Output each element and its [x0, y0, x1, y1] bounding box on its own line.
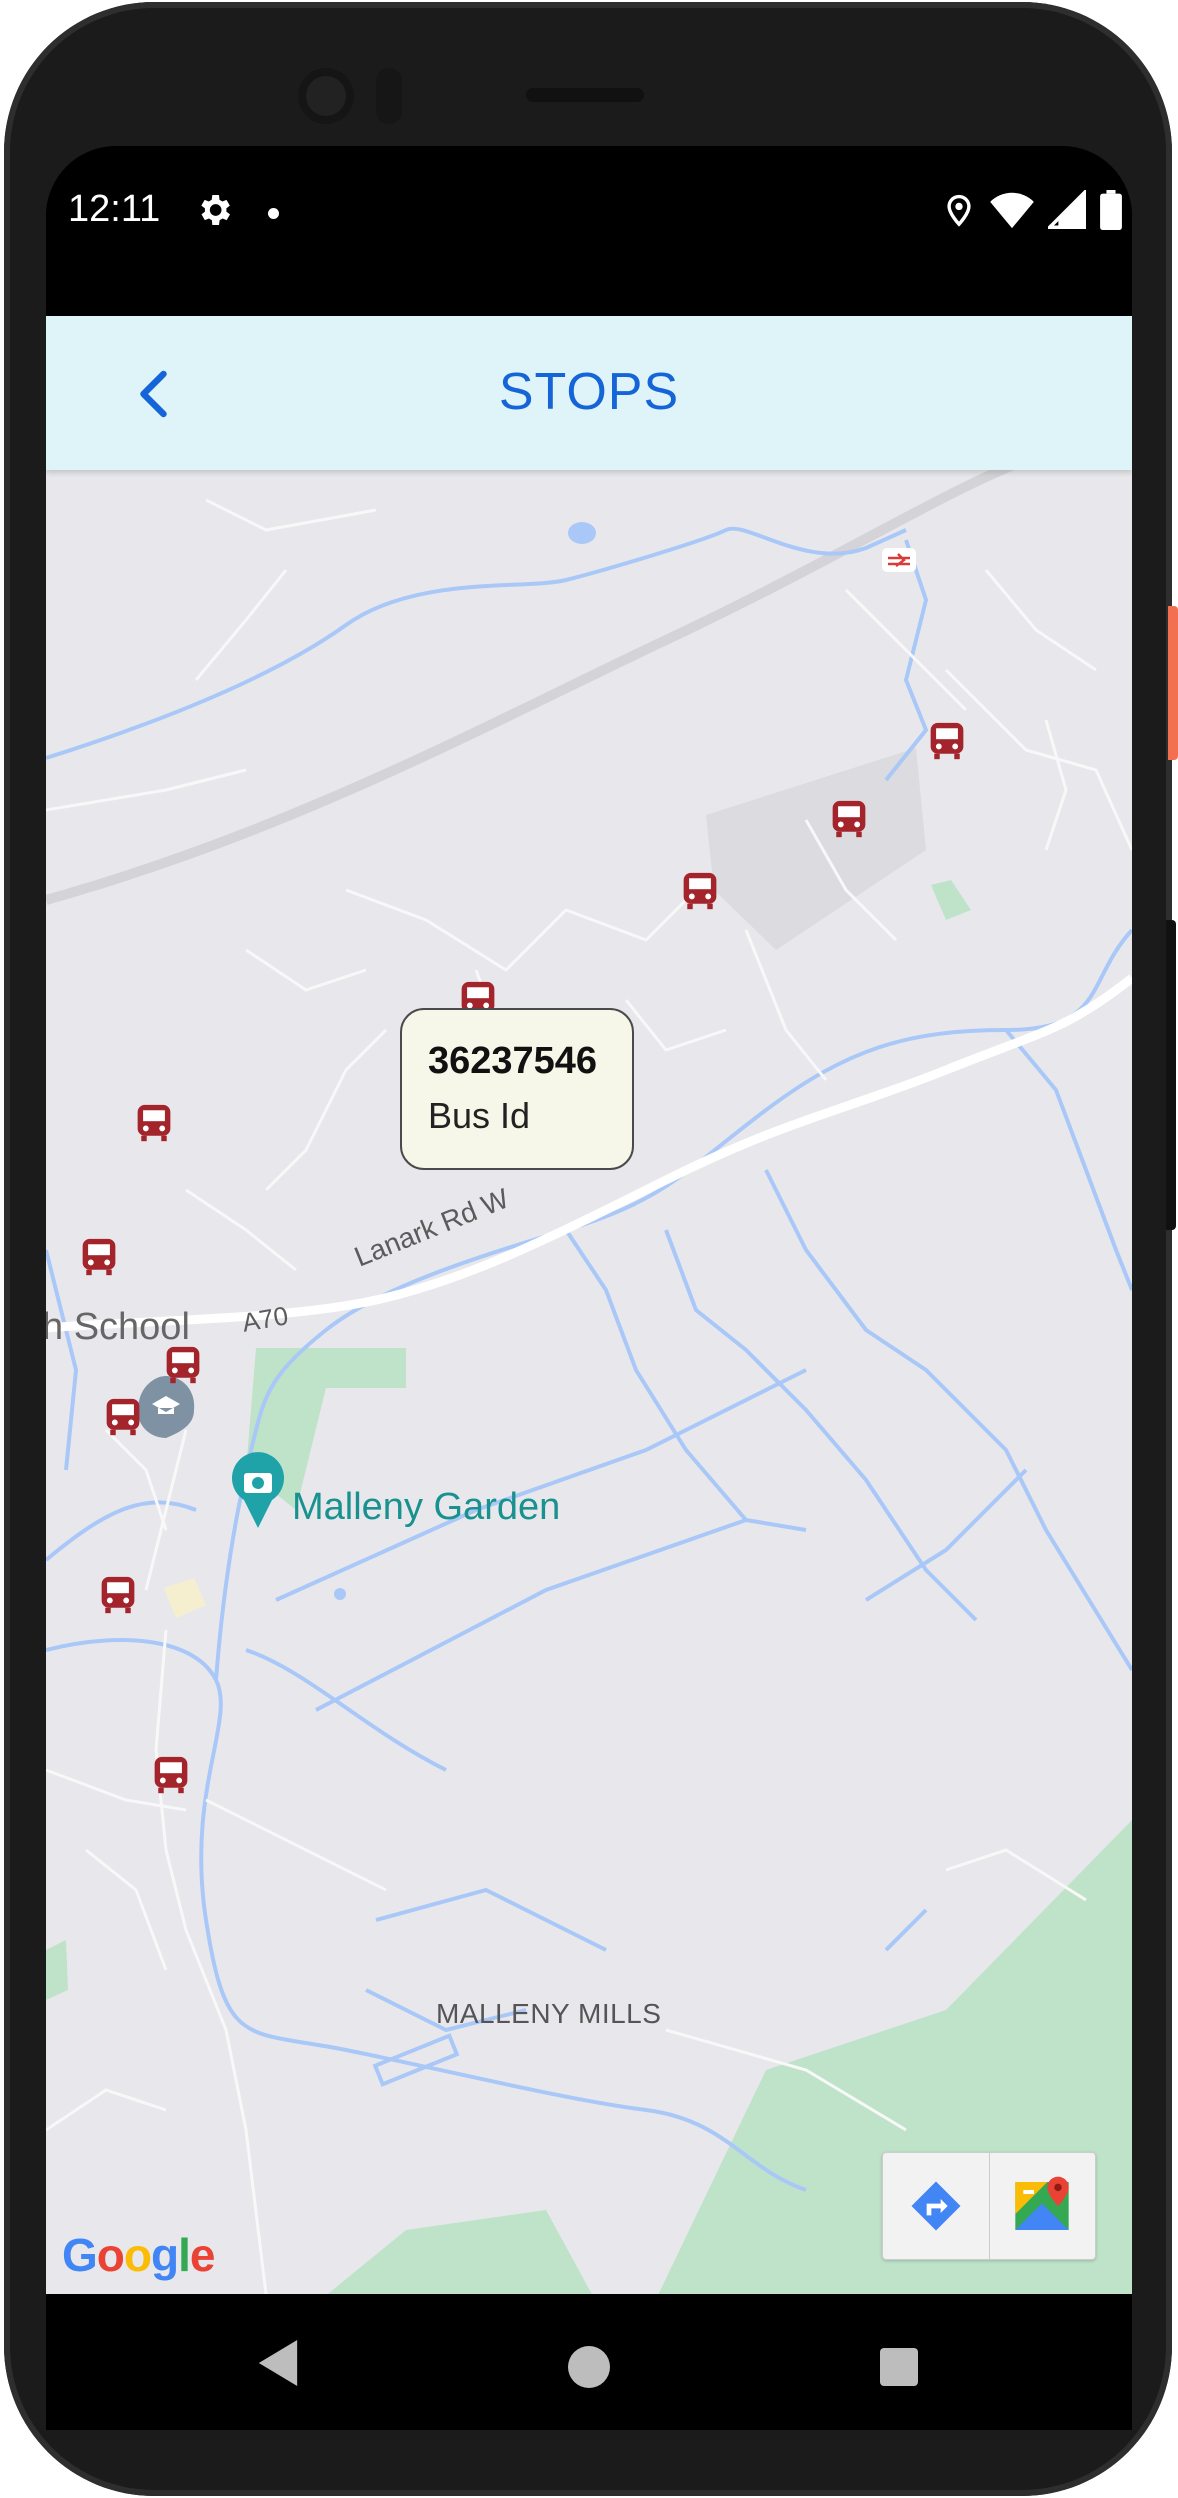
area-label: MALLENY MILLS	[436, 1998, 662, 2029]
earpiece-speaker	[526, 88, 644, 102]
battery-icon	[1100, 190, 1122, 235]
bus-id-value: 36237546	[428, 1040, 598, 1082]
front-sensor	[376, 68, 402, 124]
map-view[interactable]: 36237546 Bus Id Lanark Rd W A70 h School…	[46, 470, 1132, 2294]
bus-info-window[interactable]: 36237546 Bus Id	[400, 1008, 634, 1170]
bus-icon[interactable]	[164, 1345, 202, 1385]
bus-icon[interactable]	[928, 721, 966, 761]
bus-icon[interactable]	[99, 1575, 137, 1615]
circle-home-icon[interactable]	[568, 2346, 610, 2388]
status-time: 12:11	[68, 188, 161, 230]
screen: 12:11 STOPS 36237546 Bus Id Lanark Rd W …	[46, 146, 1132, 2430]
front-camera	[298, 68, 354, 124]
volume-button	[1166, 920, 1176, 1230]
bus-id-label: Bus Id	[428, 1095, 531, 1136]
wifi-icon	[990, 190, 1034, 235]
poi-label-malleny-garden[interactable]: Malleny Garden	[292, 1486, 560, 1529]
nav-back-button[interactable]	[258, 2340, 298, 2391]
bus-icon[interactable]	[104, 1397, 142, 1437]
school-label: h School	[46, 1306, 190, 1348]
bus-icon[interactable]	[830, 799, 868, 839]
signal-icon	[1045, 188, 1086, 235]
directions-icon	[911, 2181, 961, 2231]
bus-icon[interactable]	[80, 1237, 118, 1277]
status-icons	[942, 188, 1122, 235]
map-toolbar	[882, 2152, 1096, 2260]
open-google-maps-button[interactable]	[988, 2153, 1096, 2259]
system-nav-bar	[46, 2294, 1132, 2430]
power-button	[1168, 606, 1178, 760]
page-title: STOPS	[498, 363, 680, 421]
app-bar: STOPS	[46, 316, 1132, 470]
triangle-back-icon	[258, 2340, 298, 2386]
directions-button[interactable]	[883, 2153, 989, 2259]
status-bar: 12:11	[46, 146, 1132, 316]
bus-icon[interactable]	[152, 1755, 190, 1795]
square-recents-icon[interactable]	[880, 2348, 918, 2386]
bus-icon[interactable]	[681, 871, 719, 911]
google-logo: Google	[62, 2229, 215, 2281]
gear-icon	[194, 190, 234, 235]
notification-dot-icon	[268, 208, 279, 219]
location-pin-icon	[942, 190, 976, 235]
google-maps-icon	[1015, 2176, 1069, 2230]
bus-icon[interactable]	[135, 1103, 173, 1143]
phone-frame: 12:11 STOPS 36237546 Bus Id Lanark Rd W …	[0, 0, 1178, 2498]
